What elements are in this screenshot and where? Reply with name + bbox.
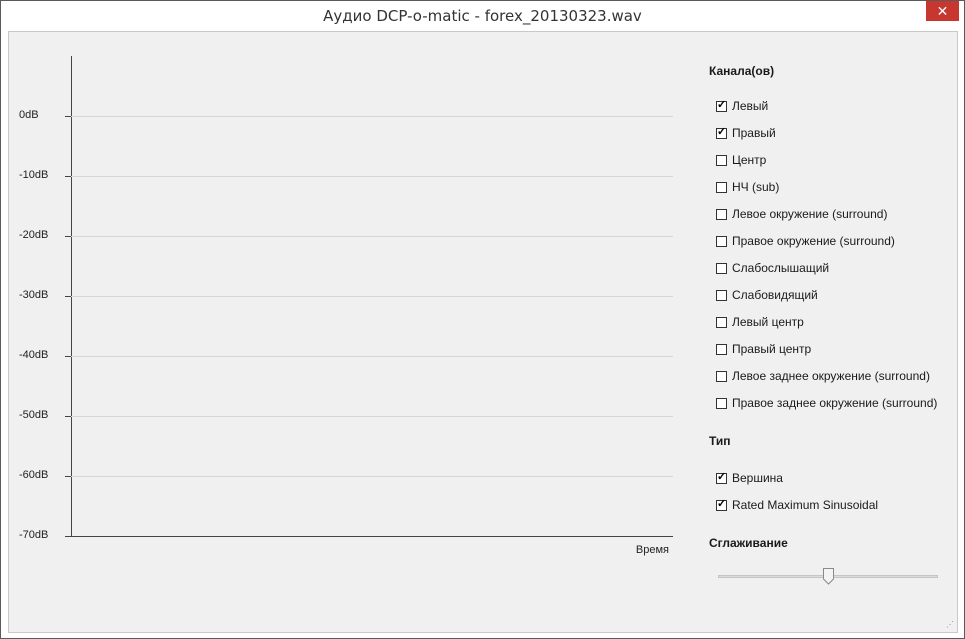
y-tick bbox=[65, 296, 71, 297]
grid-line bbox=[71, 176, 673, 177]
y-tick-label: 0dB bbox=[19, 109, 39, 121]
y-tick-label: -20dB bbox=[19, 229, 49, 241]
y-tick bbox=[65, 116, 71, 117]
checkbox-box[interactable] bbox=[716, 98, 727, 112]
checkbox-label: Правое окружение (surround) bbox=[732, 234, 895, 248]
checkbox-box[interactable] bbox=[716, 181, 727, 193]
checkbox-label: Правый центр bbox=[732, 342, 812, 356]
x-axis bbox=[71, 536, 673, 537]
checkbox-box[interactable] bbox=[716, 235, 727, 247]
y-tick-label: -70dB bbox=[19, 529, 49, 541]
smoothing-slider-thumb[interactable] bbox=[822, 568, 834, 585]
checkbox-box[interactable] bbox=[716, 262, 727, 274]
checkbox-box[interactable] bbox=[716, 497, 727, 511]
y-tick bbox=[65, 356, 71, 357]
y-tick bbox=[65, 236, 71, 237]
grid-line bbox=[71, 116, 673, 117]
channels-checkbox-8[interactable]: Левый центр bbox=[716, 314, 804, 330]
grid-line bbox=[71, 296, 673, 297]
x-axis-label: Время bbox=[635, 544, 669, 556]
y-tick-label: -30dB bbox=[19, 289, 49, 301]
channels-checkbox-6[interactable]: Слабослышащий bbox=[716, 260, 829, 276]
channels-heading: Канала(ов) bbox=[709, 64, 775, 78]
y-tick-label: -50dB bbox=[19, 409, 49, 421]
type-checkbox-1[interactable]: Rated Maximum Sinusoidal bbox=[716, 497, 878, 513]
checkbox-label: Слабослышащий bbox=[732, 261, 830, 275]
channels-checkbox-4[interactable]: Левое окружение (surround) bbox=[716, 206, 887, 222]
checkbox-box[interactable] bbox=[716, 343, 727, 355]
checkbox-label: Левое окружение (surround) bbox=[732, 207, 888, 221]
channels-checkbox-1[interactable]: Правый bbox=[716, 125, 776, 141]
resize-grip-icon[interactable]: ⋰ bbox=[946, 620, 954, 629]
grid-line bbox=[71, 236, 673, 237]
checkbox-label: Левое заднее окружение (surround) bbox=[732, 369, 930, 383]
checkbox-box[interactable] bbox=[716, 154, 727, 166]
grid-line bbox=[71, 356, 673, 357]
checkbox-label: НЧ (sub) bbox=[732, 180, 780, 194]
checkbox-label: Правый bbox=[732, 126, 776, 140]
checkbox-box[interactable] bbox=[716, 289, 727, 301]
checkbox-label: Вершина bbox=[732, 471, 783, 485]
checkbox-box[interactable] bbox=[716, 470, 727, 484]
checkbox-box[interactable] bbox=[716, 125, 727, 139]
checkbox-label: Центр bbox=[732, 153, 767, 167]
checkbox-box[interactable] bbox=[716, 397, 727, 409]
y-tick bbox=[65, 476, 71, 477]
channels-checkbox-2[interactable]: Центр bbox=[716, 152, 766, 168]
checkbox-label: Правое заднее окружение (surround) bbox=[732, 396, 938, 410]
checkbox-box[interactable] bbox=[716, 208, 727, 220]
checkbox-label: Левый bbox=[732, 99, 769, 113]
window-title: Аудио DCP-o-matic - forex_20130323.wav bbox=[323, 7, 642, 25]
grid-line bbox=[71, 416, 673, 417]
channels-checkbox-3[interactable]: НЧ (sub) bbox=[716, 179, 779, 195]
grid-line bbox=[71, 476, 673, 477]
type-checkbox-0[interactable]: Вершина bbox=[716, 470, 783, 486]
type-heading: Тип bbox=[709, 434, 731, 448]
channels-checkbox-0[interactable]: Левый bbox=[716, 98, 768, 114]
channels-checkbox-11[interactable]: Правое заднее окружение (surround) bbox=[716, 395, 937, 411]
channels-checkbox-9[interactable]: Правый центр bbox=[716, 341, 811, 357]
y-tick-label: -10dB bbox=[19, 169, 49, 181]
channels-checkbox-5[interactable]: Правое окружение (surround) bbox=[716, 233, 895, 249]
close-button[interactable]: ✕ bbox=[926, 1, 959, 21]
audio-plot: Время 0dB -10dB -20dB -30dB -40dB -50dB -60dB -… bbox=[9, 32, 699, 632]
y-tick-label: -40dB bbox=[19, 349, 49, 361]
checkbox-box[interactable] bbox=[716, 370, 727, 382]
channels-checkbox-7[interactable]: Слабовидящий bbox=[716, 287, 818, 303]
y-tick bbox=[65, 176, 71, 177]
checkbox-label: Слабовидящий bbox=[732, 288, 818, 302]
audio-window: Аудио DCP-o-matic - forex_20130323.wav ✕… bbox=[0, 0, 965, 639]
y-tick-label: -60dB bbox=[19, 469, 49, 481]
title-bar[interactable]: Аудио DCP-o-matic - forex_20130323.wav ✕ bbox=[1, 1, 964, 31]
client-area: Время 0dB -10dB -20dB -30dB -40dB -50dB -60dB -… bbox=[8, 31, 958, 633]
side-panel: Канала(ов) Левый Правый Центр НЧ (sub) Левое… bbox=[709, 32, 954, 632]
channels-checkbox-10[interactable]: Левое заднее окружение (surround) bbox=[716, 368, 930, 384]
checkbox-label: Левый центр bbox=[732, 315, 804, 329]
y-tick bbox=[65, 536, 71, 537]
checkbox-label: Rated Maximum Sinusoidal bbox=[732, 498, 879, 512]
y-tick bbox=[65, 416, 71, 417]
smoothing-heading: Сглаживание bbox=[709, 536, 788, 550]
checkbox-box[interactable] bbox=[716, 316, 727, 328]
